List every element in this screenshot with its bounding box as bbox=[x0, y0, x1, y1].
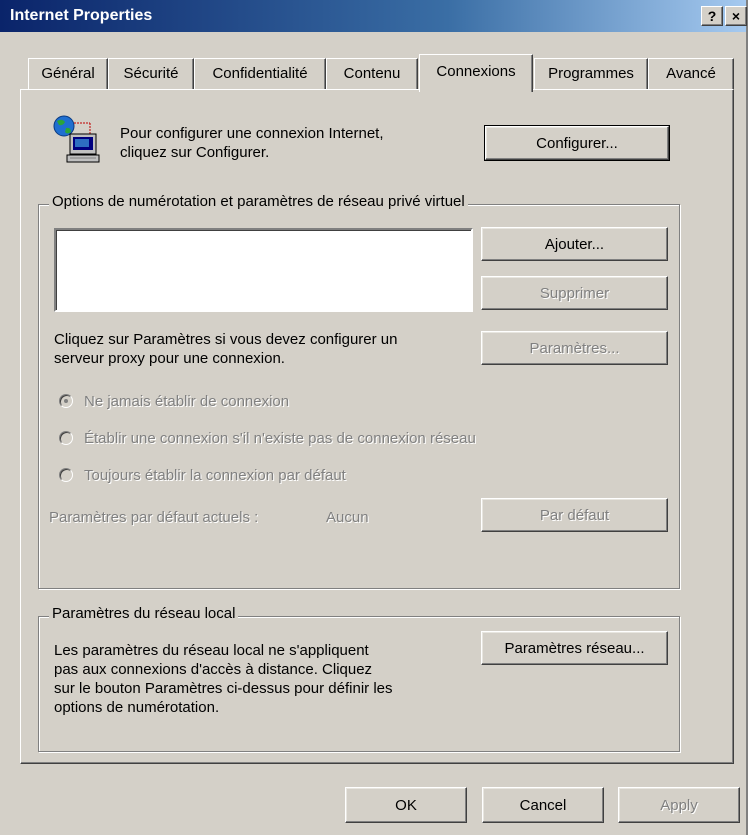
close-button[interactable]: × bbox=[725, 6, 747, 26]
dialup-group-title: Options de numérotation et paramètres de… bbox=[49, 193, 468, 210]
tab-connections[interactable]: Connexions bbox=[419, 54, 533, 92]
current-default-value: Aucun bbox=[326, 509, 369, 526]
window-title: Internet Properties bbox=[10, 7, 153, 24]
radio-dial-when-none[interactable] bbox=[59, 431, 73, 445]
remove-button[interactable]: Supprimer bbox=[481, 276, 668, 310]
apply-button[interactable]: Apply bbox=[618, 787, 740, 823]
lan-text: Les paramètres du réseau local ne s'appl… bbox=[54, 642, 393, 716]
tab-content[interactable]: Contenu bbox=[326, 58, 418, 90]
radio-never-dial[interactable] bbox=[59, 394, 73, 408]
radio-always-dial-label: Toujours établir la connexion par défaut bbox=[84, 467, 346, 484]
proxy-settings-button[interactable]: Paramètres... bbox=[481, 331, 668, 365]
tab-joint bbox=[421, 88, 531, 92]
radio-dial-when-none-label: Établir une connexion s'il n'existe pas … bbox=[84, 430, 476, 447]
radio-always-dial[interactable] bbox=[59, 468, 73, 482]
connections-listbox[interactable] bbox=[54, 228, 473, 312]
ok-button[interactable]: OK bbox=[345, 787, 467, 823]
lan-settings-button[interactable]: Paramètres réseau... bbox=[481, 631, 668, 665]
setup-text: Pour configurer une connexion Internet, … bbox=[120, 125, 384, 161]
tab-general[interactable]: Général bbox=[28, 58, 108, 90]
help-button[interactable]: ? bbox=[701, 6, 723, 26]
set-default-button[interactable]: Par défaut bbox=[481, 498, 668, 532]
internet-properties-window: Internet Properties ? × Général Sécurité… bbox=[0, 0, 748, 835]
configure-button[interactable]: Configurer... bbox=[484, 125, 670, 161]
tab-security[interactable]: Sécurité bbox=[108, 58, 194, 90]
proxy-text: Cliquez sur Paramètres si vous devez con… bbox=[54, 331, 398, 367]
network-computer-icon bbox=[46, 113, 102, 165]
lan-group-title: Paramètres du réseau local bbox=[49, 605, 239, 622]
current-default-label: Paramètres par défaut actuels : bbox=[49, 509, 259, 526]
radio-never-dial-label: Ne jamais établir de connexion bbox=[84, 393, 290, 410]
tab-privacy[interactable]: Confidentialité bbox=[194, 58, 326, 90]
cancel-button[interactable]: Cancel bbox=[482, 787, 604, 823]
title-bar[interactable]: Internet Properties ? × bbox=[0, 0, 747, 32]
tab-programs[interactable]: Programmes bbox=[534, 58, 648, 90]
tab-advanced[interactable]: Avancé bbox=[648, 58, 734, 90]
add-button[interactable]: Ajouter... bbox=[481, 227, 668, 261]
